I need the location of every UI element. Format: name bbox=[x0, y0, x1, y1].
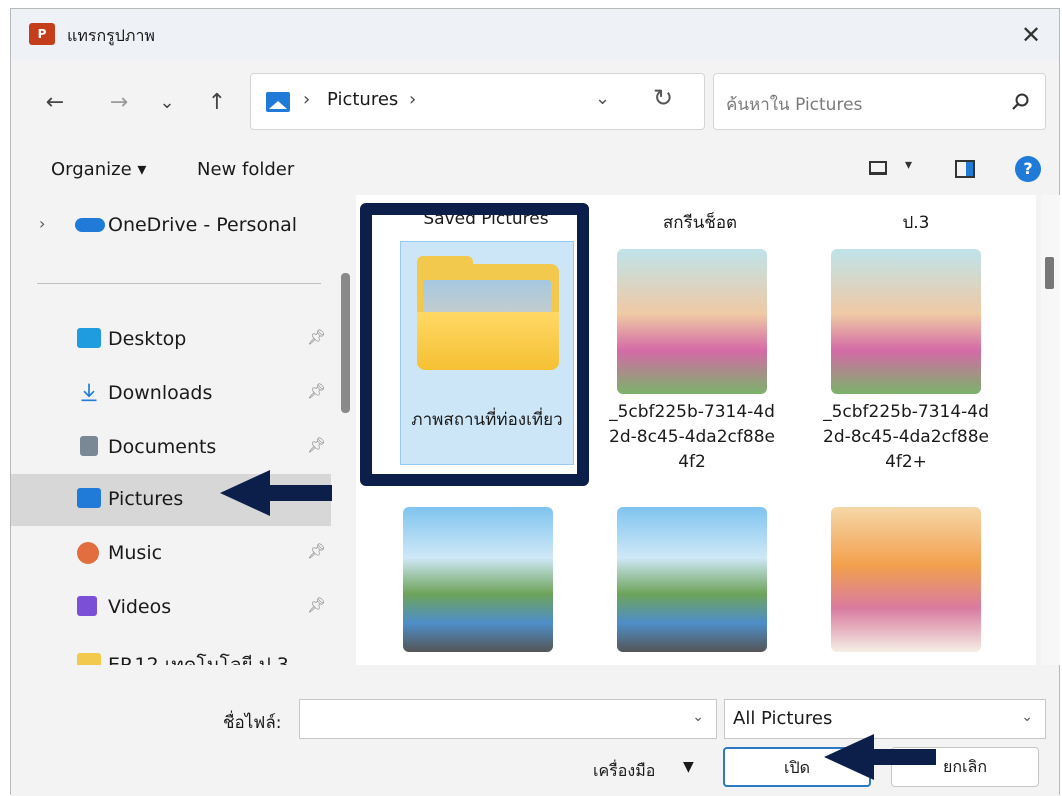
document-icon bbox=[80, 436, 98, 456]
sidebar-item-label: Desktop bbox=[108, 328, 187, 350]
video-icon bbox=[77, 596, 97, 616]
pin-icon[interactable]: 📌︎ bbox=[307, 382, 326, 400]
navigation-pane: › OneDrive - Personal Desktop 📌︎ Downloa… bbox=[11, 195, 351, 665]
sidebar-item-label: Downloads bbox=[108, 382, 213, 404]
sidebar-item-label: Pictures bbox=[108, 488, 184, 510]
view-options-caret-icon[interactable]: ▾ bbox=[905, 157, 912, 173]
sidebar-item-downloads[interactable]: Downloads 📌︎ bbox=[11, 368, 351, 420]
file-item-room-image[interactable] bbox=[818, 507, 994, 652]
search-input[interactable]: ค้นหาใน Pictures bbox=[726, 91, 862, 118]
breadcrumb-separator-end[interactable]: › bbox=[409, 89, 416, 110]
search-icon[interactable] bbox=[1011, 92, 1031, 112]
sidebar-scrollbar[interactable] bbox=[341, 273, 350, 413]
pin-icon[interactable]: 📌︎ bbox=[307, 596, 326, 614]
refresh-button[interactable]: ↻ bbox=[653, 84, 673, 112]
sidebar-item-videos[interactable]: Videos 📌︎ bbox=[11, 582, 351, 634]
address-bar[interactable]: › Pictures › ⌄ ↻ bbox=[250, 73, 705, 130]
pin-icon[interactable]: 📌︎ bbox=[307, 542, 326, 560]
desktop-icon bbox=[77, 328, 101, 348]
file-item-car-image-2[interactable] bbox=[604, 507, 780, 652]
file-type-dropdown-icon[interactable]: ⌄ bbox=[1021, 709, 1033, 725]
address-dropdown-icon[interactable]: ⌄ bbox=[595, 88, 610, 109]
scrollbar-thumb[interactable] bbox=[1045, 257, 1054, 289]
powerpoint-icon: P bbox=[29, 23, 55, 45]
sidebar-item-ep12-folder[interactable]: EP.12 เทคโนโลยี ป.3 bbox=[11, 636, 351, 665]
up-button[interactable]: ↑ bbox=[201, 87, 233, 119]
dialog-title: แทรกรูปภาพ bbox=[67, 26, 155, 45]
tools-caret-icon[interactable]: ▼ bbox=[683, 759, 694, 775]
pictures-icon bbox=[266, 92, 290, 112]
filename-input[interactable]: ⌄ bbox=[299, 699, 717, 739]
tutorial-highlight-box bbox=[360, 203, 589, 486]
search-box[interactable]: ค้นหาใน Pictures bbox=[713, 73, 1046, 130]
breadcrumb-separator: › bbox=[303, 89, 311, 110]
preview-pane-icon[interactable] bbox=[955, 160, 975, 178]
organize-button[interactable]: Organize ▾ bbox=[51, 159, 146, 180]
image-thumbnail bbox=[831, 507, 981, 652]
filename-label: ชื่อไฟล์: bbox=[223, 713, 282, 733]
back-button[interactable]: ← bbox=[39, 87, 71, 119]
sidebar-item-onedrive[interactable]: › OneDrive - Personal bbox=[11, 200, 351, 252]
file-item-image-2[interactable]: _5cbf225b-7314-4d2d-8c45-4da2cf88e4f2+ bbox=[818, 249, 994, 475]
close-button[interactable]: ✕ bbox=[1011, 17, 1051, 53]
change-view-icon[interactable] bbox=[869, 161, 887, 175]
sidebar-item-music[interactable]: Music 📌︎ bbox=[11, 528, 351, 580]
music-icon bbox=[77, 542, 99, 564]
image-thumbnail bbox=[403, 507, 553, 652]
tools-button[interactable]: เครื่องมือ bbox=[593, 759, 655, 784]
pin-icon[interactable]: 📌︎ bbox=[307, 436, 326, 454]
sidebar-item-label: Music bbox=[108, 542, 163, 564]
file-item-name: _5cbf225b-7314-4d2d-8c45-4da2cf88e4f2 bbox=[609, 402, 775, 472]
folder-label-p3[interactable]: ป.3 bbox=[816, 209, 1016, 236]
sidebar-item-label: Documents bbox=[108, 436, 217, 458]
pictures-icon bbox=[77, 488, 101, 508]
file-item-image-1[interactable]: _5cbf225b-7314-4d2d-8c45-4da2cf88e4f2 bbox=[604, 249, 780, 475]
tutorial-arrow-pictures-icon bbox=[220, 470, 332, 516]
file-item-car-image-1[interactable] bbox=[390, 507, 566, 652]
file-type-value: All Pictures bbox=[733, 708, 833, 729]
sidebar-item-documents[interactable]: Documents 📌︎ bbox=[11, 422, 351, 474]
new-folder-button[interactable]: New folder bbox=[197, 159, 294, 180]
filename-dropdown-icon[interactable]: ⌄ bbox=[692, 709, 704, 725]
expand-chevron-icon[interactable]: › bbox=[39, 214, 45, 233]
image-thumbnail bbox=[831, 249, 981, 394]
pin-icon[interactable]: 📌︎ bbox=[307, 328, 326, 346]
breadcrumb-pictures[interactable]: Pictures bbox=[327, 89, 398, 110]
onedrive-icon bbox=[75, 218, 105, 232]
sidebar-item-label: EP.12 เทคโนโลยี ป.3 bbox=[108, 654, 289, 665]
sidebar-divider bbox=[37, 283, 321, 284]
forward-button[interactable]: → bbox=[103, 87, 135, 119]
navigation-bar: ← → ⌄ ↑ › Pictures › ⌄ ↻ ค้นหาใน Picture… bbox=[11, 61, 1059, 143]
folder-icon bbox=[77, 653, 101, 665]
help-icon[interactable]: ? bbox=[1015, 156, 1041, 182]
recent-locations-button[interactable]: ⌄ bbox=[151, 87, 183, 119]
command-bar: Organize ▾ New folder ▾ ? bbox=[11, 143, 1059, 195]
sidebar-item-label: OneDrive - Personal bbox=[108, 214, 298, 236]
download-icon bbox=[81, 383, 97, 402]
folder-label-screenshots[interactable]: สกรีนช็อต bbox=[600, 209, 800, 236]
title-bar: P แทรกรูปภาพ ✕ bbox=[11, 9, 1059, 61]
tutorial-arrow-open-icon bbox=[824, 734, 936, 780]
sidebar-item-desktop[interactable]: Desktop 📌︎ bbox=[11, 314, 351, 366]
sidebar-item-label: Videos bbox=[108, 596, 172, 618]
file-list-scrollbar[interactable] bbox=[1041, 195, 1060, 665]
file-item-name: _5cbf225b-7314-4d2d-8c45-4da2cf88e4f2+ bbox=[823, 402, 989, 472]
image-thumbnail bbox=[617, 507, 767, 652]
image-thumbnail bbox=[617, 249, 767, 394]
